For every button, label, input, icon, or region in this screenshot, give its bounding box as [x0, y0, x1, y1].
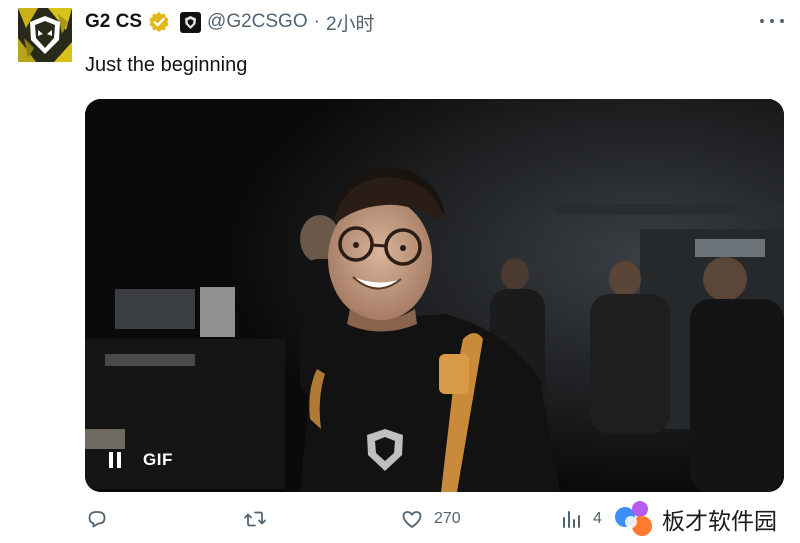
- pause-icon[interactable]: [109, 452, 121, 468]
- like-count: 270: [434, 510, 461, 527]
- display-name[interactable]: G2 CS: [85, 11, 142, 33]
- user-handle[interactable]: @G2CSGO: [207, 11, 308, 33]
- timestamp[interactable]: 2小时: [326, 9, 375, 36]
- tweet-actions: 270 4: [85, 507, 605, 539]
- views-button[interactable]: 4: [559, 507, 602, 531]
- gif-controls: GIF: [109, 450, 173, 470]
- reply-button[interactable]: [85, 507, 119, 531]
- watermark-text: 板才软件园: [662, 509, 777, 535]
- views-chart-icon: [563, 511, 580, 528]
- like-button[interactable]: 270: [400, 507, 461, 531]
- tweet-text: Just the beginning: [85, 54, 248, 76]
- more-options-icon[interactable]: [760, 14, 784, 28]
- gif-frame-image: [85, 99, 784, 492]
- avatar[interactable]: [18, 8, 72, 62]
- watermark: 板才软件园: [612, 498, 777, 540]
- tweet-header: G2 CS @G2CSGO · 2小时: [85, 8, 375, 36]
- watermark-logo-icon: [615, 501, 652, 536]
- heart-icon: [402, 511, 422, 528]
- retweet-icon: [244, 511, 266, 527]
- reply-icon: [88, 511, 106, 528]
- gif-label: GIF: [143, 450, 173, 469]
- retweet-button[interactable]: [243, 507, 277, 531]
- views-count: 4: [593, 510, 602, 527]
- verified-badge-icon: [149, 12, 169, 32]
- g2-logo-icon: [18, 8, 72, 62]
- gif-media[interactable]: GIF: [85, 99, 784, 492]
- affiliate-badge-icon[interactable]: [180, 11, 202, 33]
- separator-dot: ·: [313, 11, 320, 32]
